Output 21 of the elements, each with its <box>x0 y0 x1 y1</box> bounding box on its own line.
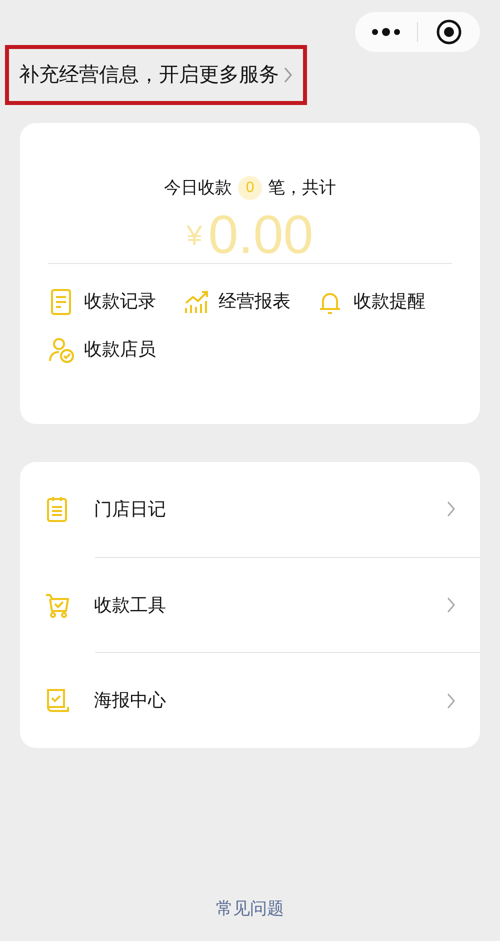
menu-item[interactable]: 收款工具 <box>94 592 166 618</box>
chevron-right-icon <box>446 692 456 710</box>
amount-text: 0.00 <box>208 204 314 264</box>
cart-icon <box>44 591 72 619</box>
menu-item[interactable]: 海报中心 <box>94 687 166 714</box>
person-check-icon <box>48 336 76 364</box>
summary-label: 今日收款 <box>164 177 232 199</box>
banner-link[interactable]: 补充经营信息，开启更多服务 <box>19 60 279 90</box>
currency-symbol: ¥ <box>186 218 202 252</box>
menu-item[interactable]: 门店日记 <box>94 496 166 523</box>
feature-link[interactable]: 收款店员 <box>84 336 156 363</box>
count-badge: 0 <box>238 176 262 200</box>
feature-link[interactable]: 经营报表 <box>218 288 291 315</box>
summary-label: 笔，共计 <box>268 177 336 199</box>
chevron-right-icon <box>283 66 293 84</box>
faq-link[interactable]: 常见问题 <box>216 896 284 921</box>
chevron-right-icon <box>446 596 456 614</box>
feature-link[interactable]: 收款提醒 <box>353 288 426 315</box>
feature-link[interactable]: 收款记录 <box>84 288 156 315</box>
chevron-right-icon <box>446 500 456 518</box>
poster-icon <box>44 686 72 715</box>
